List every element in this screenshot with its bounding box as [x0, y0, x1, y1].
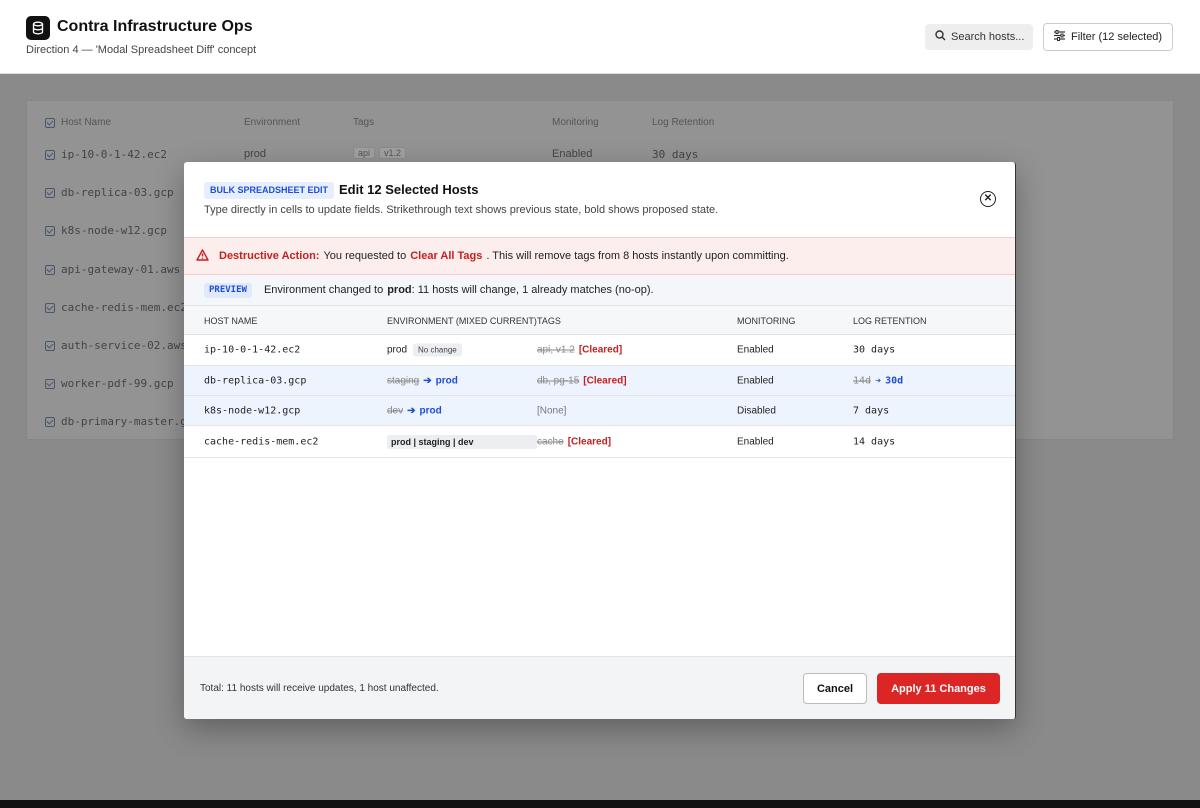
checkbox-icon: [45, 149, 55, 160]
no-change-badge: No change: [413, 343, 462, 357]
app-subtitle: Direction 4 — 'Modal Spreadsheet Diff' c…: [26, 44, 257, 56]
environment-mixed-select[interactable]: prod | staging | dev: [387, 434, 537, 449]
bg-retention: 30 days: [652, 148, 699, 161]
bg-header-tags: Tags: [353, 117, 375, 128]
bg-row: worker-pdf-99.gcp: [45, 377, 174, 390]
bg-row: auth-service-02.aws: [45, 339, 187, 352]
table-row: ip-10-0-1-42.ec2 prod No change api, v1.…: [184, 335, 1015, 366]
host-cell[interactable]: cache-redis-mem.ec2: [204, 436, 318, 447]
search-label: Search hosts...: [951, 31, 1025, 43]
table-header: HOST NAME ENVIRONMENT (MIXED CURRENT) TA…: [184, 306, 1015, 335]
environment-cell[interactable]: staging ➔ prod: [387, 375, 458, 386]
filter-button[interactable]: Filter (12 selected): [1043, 23, 1173, 51]
host-cell[interactable]: ip-10-0-1-42.ec2: [204, 345, 300, 356]
bg-header-host: Host Name: [45, 117, 111, 128]
col-monitoring: MONITORING: [737, 316, 796, 326]
retention-cell[interactable]: 14d ➔ 30d: [853, 375, 903, 386]
retention-cell[interactable]: 14 days: [853, 436, 895, 447]
checkbox-icon: [45, 187, 55, 198]
warning-action: Clear All Tags: [410, 250, 483, 262]
retention-cell[interactable]: 30 days: [853, 345, 895, 356]
bg-row: db-replica-03.gcp: [45, 186, 174, 199]
arrow-right-icon: ➔: [875, 375, 882, 386]
modal-title: Edit 12 Selected Hosts: [339, 182, 479, 197]
checkbox-icon: [45, 302, 55, 313]
tags-cell[interactable]: db, pg-15 [Cleared]: [537, 375, 627, 386]
bg-header-retention: Log Retention: [652, 117, 715, 128]
retention-cell[interactable]: 7 days: [853, 405, 889, 416]
preview-badge: PREVIEW: [204, 282, 252, 298]
close-circle-icon[interactable]: ✕: [980, 191, 996, 207]
bulk-edit-badge: BULK SPREADSHEET EDIT: [204, 182, 335, 199]
bg-row: api-gateway-01.aws: [45, 263, 180, 276]
bg-monitoring: Enabled: [552, 148, 593, 160]
monitoring-cell[interactable]: Enabled: [737, 345, 774, 356]
modal-footer: Total: 11 hosts will receive updates, 1 …: [184, 656, 1015, 719]
checkbox-icon: [45, 117, 55, 128]
app-title: Contra Infrastructure Ops: [57, 18, 253, 35]
checkbox-icon: [45, 416, 55, 427]
arrow-right-icon: ➔: [423, 375, 432, 386]
footer-summary: Total: 11 hosts will receive updates, 1 …: [200, 683, 439, 694]
environment-cell[interactable]: prod No change: [387, 343, 462, 357]
host-cell[interactable]: k8s-node-w12.gcp: [204, 405, 300, 416]
table-row: db-replica-03.gcp staging ➔ prod db, pg-…: [184, 366, 1015, 396]
environment-cell[interactable]: dev ➔ prod: [387, 405, 442, 416]
checkbox-icon: [45, 378, 55, 389]
bg-row: ip-10-0-1-42.ec2: [45, 148, 167, 161]
checkbox-icon: [45, 225, 55, 236]
search-button[interactable]: Search hosts...: [925, 24, 1033, 50]
checkbox-icon: [45, 264, 55, 275]
table-row: k8s-node-w12.gcp dev ➔ prod [None] Disab…: [184, 396, 1015, 426]
apply-changes-button[interactable]: Apply 11 Changes: [877, 673, 1000, 704]
table-row: cache-redis-mem.ec2 prod | staging | dev…: [184, 426, 1015, 458]
col-host-name: HOST NAME: [204, 316, 258, 326]
bg-env: prod: [244, 148, 267, 160]
monitoring-cell[interactable]: Enabled: [737, 436, 774, 447]
warning-text-after: . This will remove tags from 8 hosts ins…: [486, 250, 789, 262]
cancel-button[interactable]: Cancel: [803, 673, 867, 704]
arrow-right-icon: ➔: [407, 405, 416, 416]
database-icon: [26, 16, 50, 40]
preview-banner: PREVIEW Environment changed to prod : 11…: [184, 275, 1015, 306]
warning-label: Destructive Action:: [219, 250, 320, 262]
col-tags: TAGS: [537, 316, 561, 326]
destructive-warning-banner: Destructive Action: You requested to Cle…: [184, 237, 1015, 275]
col-environment: ENVIRONMENT (MIXED CURRENT): [387, 316, 537, 326]
search-icon: [935, 30, 946, 44]
tags-cell[interactable]: cache [Cleared]: [537, 436, 611, 447]
host-cell[interactable]: db-replica-03.gcp: [204, 375, 306, 386]
app-header: Contra Infrastructure Ops Direction 4 — …: [0, 0, 1200, 74]
bulk-edit-modal: BULK SPREADSHEET EDIT Edit 12 Selected H…: [184, 162, 1016, 719]
bg-header-monitoring: Monitoring: [552, 117, 599, 128]
monitoring-cell[interactable]: Enabled: [737, 375, 774, 386]
preview-env: prod: [387, 284, 412, 296]
modal-description: Type directly in cells to update fields.…: [204, 204, 719, 216]
bg-row: k8s-node-w12.gcp: [45, 224, 167, 237]
tags-cell[interactable]: [None]: [537, 405, 566, 416]
filter-label: Filter (12 selected): [1071, 31, 1163, 43]
col-log-retention: LOG RETENTION: [853, 316, 927, 326]
checkbox-icon: [45, 340, 55, 351]
warning-text-before: You requested to: [323, 250, 407, 262]
bg-row: cache-redis-mem.ec2: [45, 301, 187, 314]
bottom-bar: [0, 800, 1200, 808]
bg-row: db-primary-master.g: [45, 415, 187, 428]
bg-tags: api v1.2: [353, 147, 410, 159]
sliders-icon: [1054, 30, 1065, 44]
tags-cell[interactable]: api, v1.2 [Cleared]: [537, 345, 622, 356]
preview-text-after: : 11 hosts will change, 1 already matche…: [411, 284, 654, 296]
bg-header-environment: Environment: [244, 117, 301, 128]
monitoring-cell[interactable]: Disabled: [737, 405, 776, 416]
preview-text-before: Environment changed to: [263, 284, 384, 296]
warning-triangle-icon: [196, 248, 209, 264]
